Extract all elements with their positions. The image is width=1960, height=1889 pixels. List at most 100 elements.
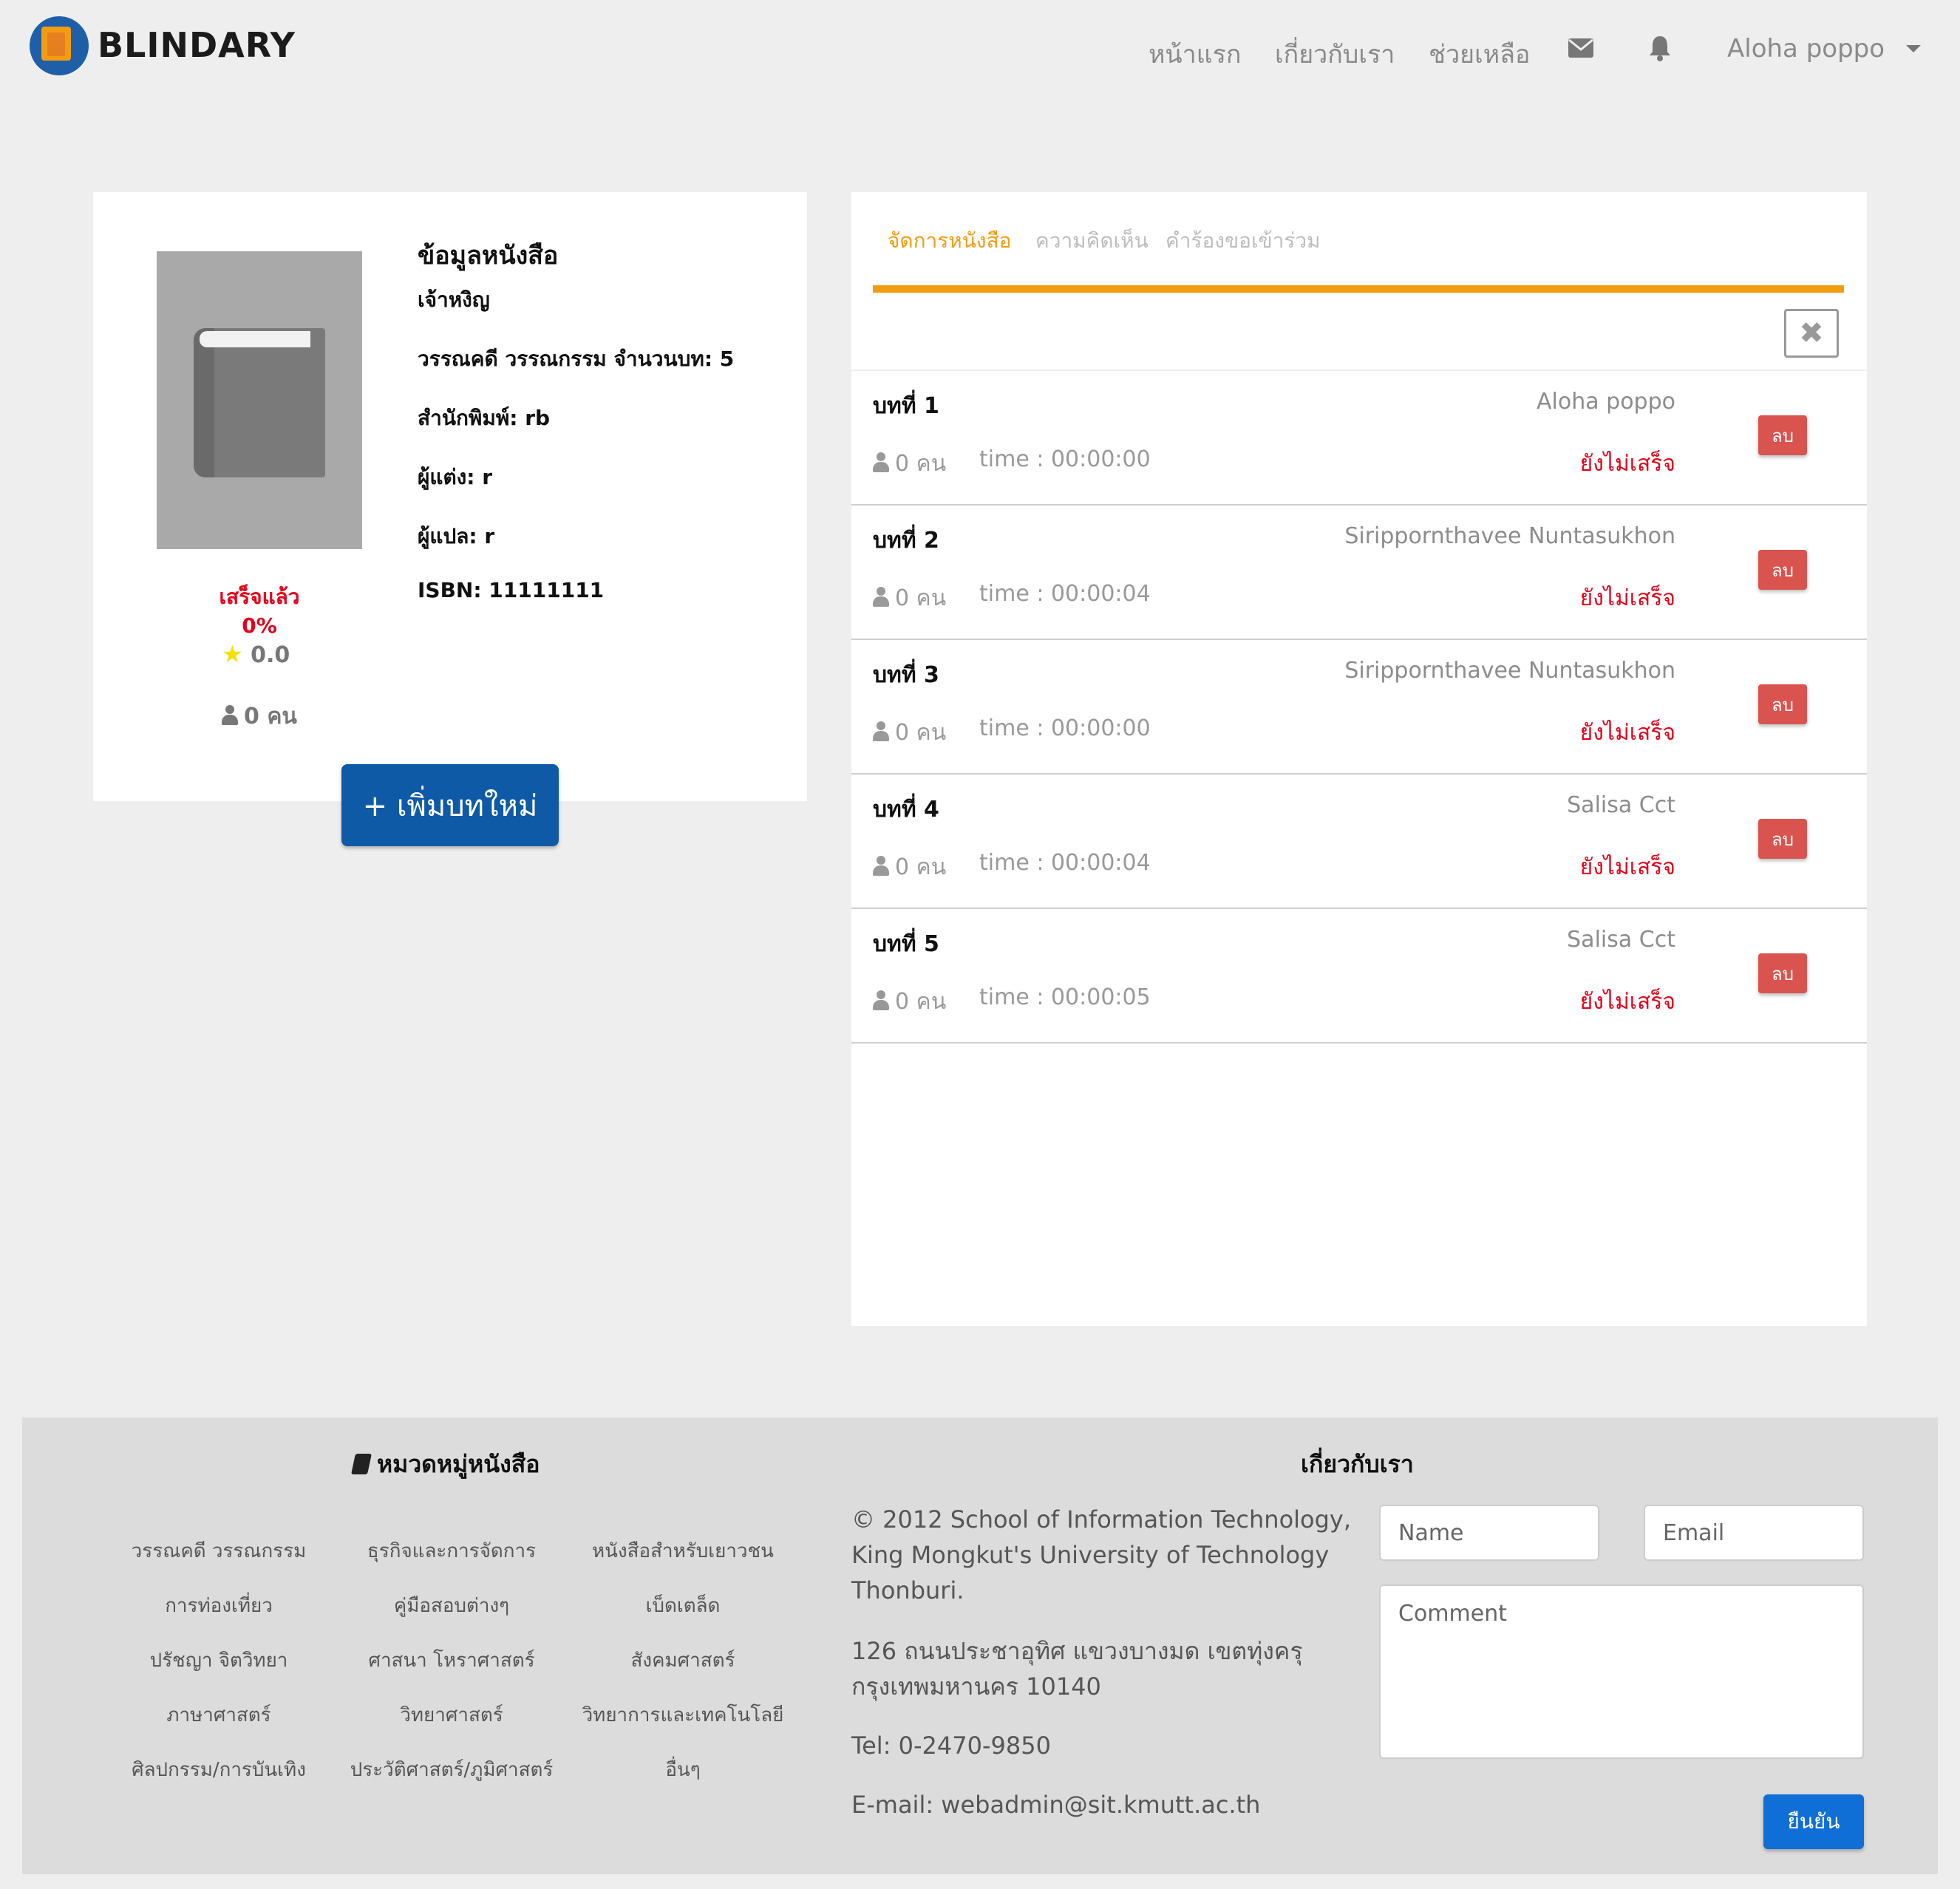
nav-home[interactable]: หน้าแรก (1149, 34, 1242, 74)
chapter-readers-value: 0 คน (895, 989, 947, 1015)
user-menu[interactable]: Aloha poppo (1727, 34, 1921, 64)
row-divider (851, 504, 1867, 506)
chapter-owner: Sirippornthavee Nuntasukhon (1344, 523, 1675, 549)
copyright-line-1: © 2012 School of Information Technology, (851, 1505, 1352, 1534)
footer-tel: Tel: 0-2470-9850 (851, 1732, 1051, 1760)
rating-value: 0.0 (251, 642, 290, 668)
copyright-line-2: King Mongkut's University of Technology (851, 1541, 1330, 1569)
close-icon[interactable]: ✖ (1784, 309, 1839, 358)
chapter-title[interactable]: บทที่ 1 (873, 389, 939, 423)
chapter-time: time : 00:00:05 (979, 984, 1151, 1010)
comment-field[interactable]: Comment (1379, 1585, 1864, 1759)
delete-chapter-button[interactable]: ลบ (1758, 684, 1807, 724)
row-divider (851, 1042, 1867, 1044)
category-link[interactable]: คู่มือสอบต่างๆ (333, 1590, 570, 1621)
chapter-time: time : 00:00:04 (979, 581, 1151, 607)
nav-help[interactable]: ช่วยเหลือ (1429, 34, 1530, 74)
bell-icon[interactable] (1647, 34, 1673, 61)
book-category: วรรณคดี วรรณกรรม จำนวนบท: 5 (418, 347, 735, 371)
chapter-status: ยังไม่เสร็จ (1579, 585, 1675, 611)
footer-email: E-mail: webadmin@sit.kmutt.ac.th (851, 1791, 1261, 1819)
book-icon (351, 1454, 372, 1474)
delete-chapter-button[interactable]: ลบ (1758, 819, 1807, 859)
rating: ★ 0.0 (222, 640, 290, 668)
chapter-readers-value: 0 คน (895, 585, 947, 611)
book-icon-spine (194, 328, 214, 477)
chapter-title[interactable]: บทที่ 5 (873, 927, 939, 961)
book-author: ผู้แต่ง: r (418, 465, 493, 489)
chapter-status: ยังไม่เสร็จ (1579, 451, 1675, 477)
category-link[interactable]: การท่องเที่ยว (101, 1590, 337, 1621)
category-link[interactable]: สังคมศาสตร์ (565, 1645, 801, 1675)
book-name: เจ้าหงิญ (418, 287, 490, 312)
tab-underline (873, 285, 1844, 293)
book-logo-inner (47, 33, 65, 56)
chapter-owner: Sirippornthavee Nuntasukhon (1344, 658, 1675, 684)
about-heading: เกี่ยวกับเรา (1301, 1450, 1414, 1478)
user-icon (873, 452, 889, 473)
delete-chapter-button[interactable]: ลบ (1758, 550, 1807, 590)
chapter-readers: 0 คน (873, 984, 946, 1019)
chapter-time: time : 00:00:04 (979, 850, 1151, 876)
name-field[interactable]: Name (1379, 1505, 1599, 1561)
chapter-owner: Aloha poppo (1537, 389, 1675, 415)
chapter-status: ยังไม่เสร็จ (1579, 720, 1675, 746)
chapter-owner: Salisa Cct (1567, 927, 1675, 953)
row-divider (851, 370, 1867, 371)
category-link[interactable]: ภาษาศาสตร์ (101, 1700, 337, 1730)
chapter-time: time : 00:00:00 (979, 446, 1151, 472)
chapter-readers: 0 คน (873, 581, 946, 616)
tab-manage-book[interactable]: จัดการหนังสือ (888, 225, 1011, 257)
chapter-title[interactable]: บทที่ 3 (873, 658, 939, 692)
category-link[interactable]: ปรัชญา จิตวิทยา (101, 1645, 337, 1675)
chapter-readers: 0 คน (873, 715, 946, 750)
chapter-time: time : 00:00:00 (979, 715, 1151, 741)
category-link[interactable]: เบ็ดเตล็ด (565, 1590, 801, 1621)
category-link[interactable]: ธุรกิจและการจัดการ (333, 1536, 570, 1566)
caret-down-icon (1905, 45, 1921, 52)
categories-title: หมวดหมู่หนังสือ (377, 1450, 540, 1478)
row-divider (851, 639, 1867, 640)
category-link[interactable]: อื่นๆ (565, 1754, 801, 1785)
add-chapter-button[interactable]: + เพิ่มบทใหม่ (341, 764, 559, 846)
category-link[interactable]: วิทยาศาสตร์ (333, 1700, 570, 1730)
row-divider (851, 773, 1867, 775)
chapter-title[interactable]: บทที่ 4 (873, 792, 939, 827)
chapter-status: ยังไม่เสร็จ (1579, 854, 1675, 880)
category-link[interactable]: หนังสือสำหรับเยาวชน (565, 1536, 801, 1566)
copyright-line-3: Thonburi. (851, 1576, 964, 1604)
category-link[interactable]: ศาสนา โหราศาสตร์ (333, 1645, 570, 1675)
category-link[interactable]: ศิลปกรรม/การบันเทิง (101, 1754, 337, 1785)
chapter-title[interactable]: บทที่ 2 (873, 523, 939, 558)
delete-chapter-button[interactable]: ลบ (1758, 953, 1807, 993)
tab-join-requests[interactable]: คำร้องขอเข้าร่วม (1166, 225, 1321, 257)
chapter-readers-value: 0 คน (895, 854, 947, 880)
category-link[interactable]: วรรณคดี วรรณกรรม (101, 1536, 337, 1566)
user-icon (222, 705, 238, 726)
chapter-status: ยังไม่เสร็จ (1579, 989, 1675, 1015)
category-link[interactable]: ประวัติศาสตร์/ภูมิศาสตร์ (333, 1754, 570, 1785)
submit-button[interactable]: ยืนยัน (1763, 1794, 1864, 1849)
book-icon-pages (200, 331, 310, 347)
reader-count: 0 คน (222, 699, 297, 734)
book-isbn: ISBN: 11111111 (418, 578, 605, 602)
reader-count-value: 0 คน (244, 704, 297, 729)
chapter-readers: 0 คน (873, 446, 946, 481)
categories-heading: หมวดหมู่หนังสือ (351, 1446, 540, 1483)
star-icon: ★ (222, 640, 243, 668)
brand-name[interactable]: BLINDARY (98, 25, 296, 65)
chapter-owner: Salisa Cct (1567, 792, 1675, 818)
user-icon (873, 587, 889, 607)
nav-about[interactable]: เกี่ยวกับเรา (1275, 34, 1395, 74)
user-icon (873, 856, 889, 877)
tab-comments[interactable]: ความคิดเห็น (1035, 225, 1149, 257)
category-link[interactable]: วิทยาการและเทคโนโลยี (565, 1700, 801, 1730)
chapter-readers: 0 คน (873, 850, 946, 885)
progress-text: เสร็จแล้ว 0% (219, 585, 300, 638)
delete-chapter-button[interactable]: ลบ (1758, 415, 1807, 455)
chapter-readers-value: 0 คน (895, 451, 947, 477)
user-icon (873, 721, 889, 742)
email-field[interactable]: Email (1644, 1505, 1864, 1561)
user-name: Aloha poppo (1727, 34, 1885, 64)
envelope-icon[interactable] (1568, 37, 1594, 59)
